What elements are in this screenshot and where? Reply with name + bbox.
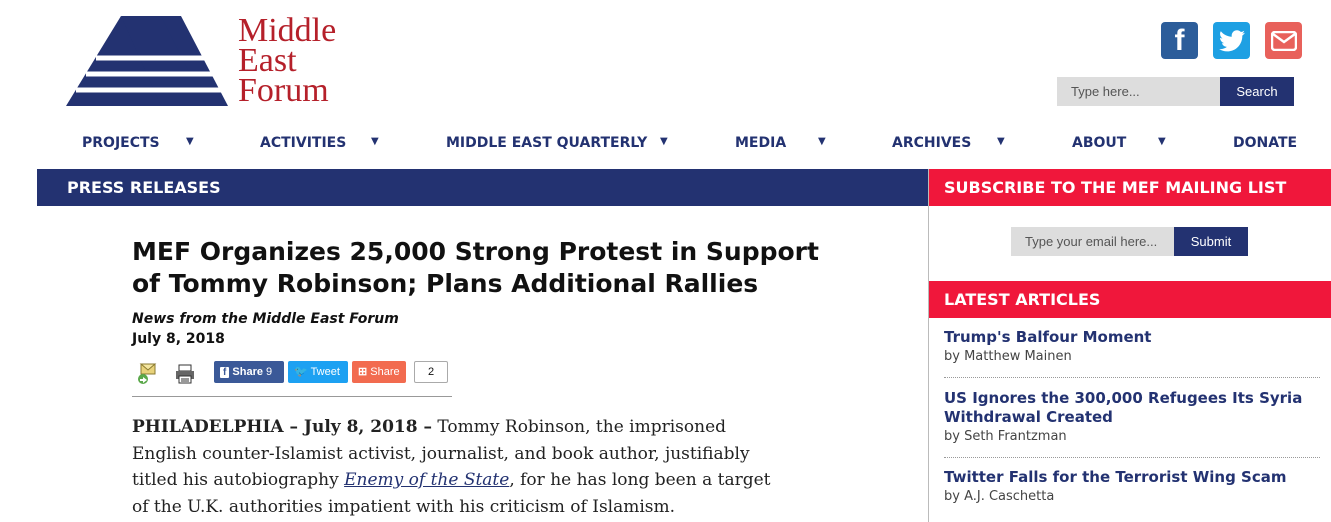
submit-button[interactable]: Submit — [1174, 227, 1248, 256]
twitter-icon[interactable] — [1213, 22, 1250, 59]
chevron-down-icon[interactable]: ▼ — [186, 136, 194, 147]
nav-activities[interactable]: ACTIVITIES — [260, 135, 346, 151]
brand-line-3: Forum — [238, 72, 329, 109]
latest-articles-header: LATEST ARTICLES — [929, 281, 1331, 318]
chevron-down-icon[interactable]: ▼ — [997, 136, 1005, 147]
article-date: July 8, 2018 — [132, 331, 225, 347]
print-icon[interactable] — [174, 363, 196, 385]
latest-article[interactable]: US Ignores the 300,000 Refugees Its Syri… — [944, 389, 1320, 446]
latest-article[interactable]: Twitter Falls for the Terrorist Wing Sca… — [944, 468, 1320, 506]
share-toolbar: f Share 9 🐦 Tweet ⊞ Share 2 — [132, 361, 452, 385]
chevron-down-icon[interactable]: ▼ — [660, 136, 668, 147]
divider — [944, 457, 1320, 458]
chevron-down-icon[interactable]: ▼ — [371, 136, 379, 147]
plus-icon: ⊞ — [358, 366, 368, 378]
divider — [132, 396, 452, 397]
twitter-icon: 🐦 — [294, 366, 308, 378]
dateline: PHILADELPHIA – July 8, 2018 – — [132, 417, 432, 437]
nav-media[interactable]: MEDIA — [735, 135, 786, 151]
brand-wordmark[interactable]: Middle East Forum — [238, 14, 336, 109]
search-input[interactable]: Type here... — [1057, 77, 1220, 106]
latest-article-title[interactable]: US Ignores the 300,000 Refugees Its Syri… — [944, 389, 1320, 427]
chevron-down-icon[interactable]: ▼ — [818, 136, 826, 147]
share-button[interactable]: ⊞ Share — [352, 361, 406, 383]
search-button[interactable]: Search — [1220, 77, 1294, 106]
sidebar: SUBSCRIBE TO THE MEF MAILING LIST Type y… — [928, 169, 1331, 522]
share-count: 2 — [414, 361, 448, 383]
email-icon[interactable] — [1265, 22, 1302, 59]
divider — [944, 377, 1320, 378]
nav-projects[interactable]: PROJECTS — [82, 135, 160, 151]
subscribe-header: SUBSCRIBE TO THE MEF MAILING LIST — [929, 169, 1331, 206]
facebook-icon: f — [220, 367, 230, 378]
latest-article-author: by Matthew Mainen — [944, 349, 1072, 364]
email-input[interactable]: Type your email here... — [1011, 227, 1175, 256]
nav-donate[interactable]: DONATE — [1233, 135, 1297, 151]
facebook-icon[interactable]: f — [1161, 22, 1198, 59]
latest-article-author: by Seth Frantzman — [944, 429, 1067, 444]
article-source: News from the Middle East Forum — [132, 311, 399, 327]
nav-meq[interactable]: MIDDLE EAST QUARTERLY — [446, 135, 647, 151]
latest-article-title[interactable]: Trump's Balfour Moment — [944, 328, 1320, 347]
article-title: MEF Organizes 25,000 Strong Protest in S… — [132, 237, 819, 298]
latest-article[interactable]: Trump's Balfour Moment by Matthew Mainen — [944, 328, 1320, 366]
book-link[interactable]: Enemy of the State — [344, 470, 509, 490]
tweet-button[interactable]: 🐦 Tweet — [288, 361, 348, 383]
main-nav: PROJECTS ▼ ACTIVITIES ▼ MIDDLE EAST QUAR… — [0, 135, 1331, 155]
chevron-down-icon[interactable]: ▼ — [1158, 136, 1166, 147]
article-body: PHILADELPHIA – July 8, 2018 – Tommy Robi… — [132, 417, 771, 517]
latest-article-author: by A.J. Caschetta — [944, 489, 1055, 504]
facebook-share-button[interactable]: f Share 9 — [214, 361, 284, 383]
nav-archives[interactable]: ARCHIVES — [892, 135, 971, 151]
latest-article-title[interactable]: Twitter Falls for the Terrorist Wing Sca… — [944, 468, 1320, 487]
email-article-icon[interactable] — [136, 361, 160, 385]
nav-about[interactable]: ABOUT — [1072, 135, 1126, 151]
section-header: PRESS RELEASES — [37, 169, 928, 206]
